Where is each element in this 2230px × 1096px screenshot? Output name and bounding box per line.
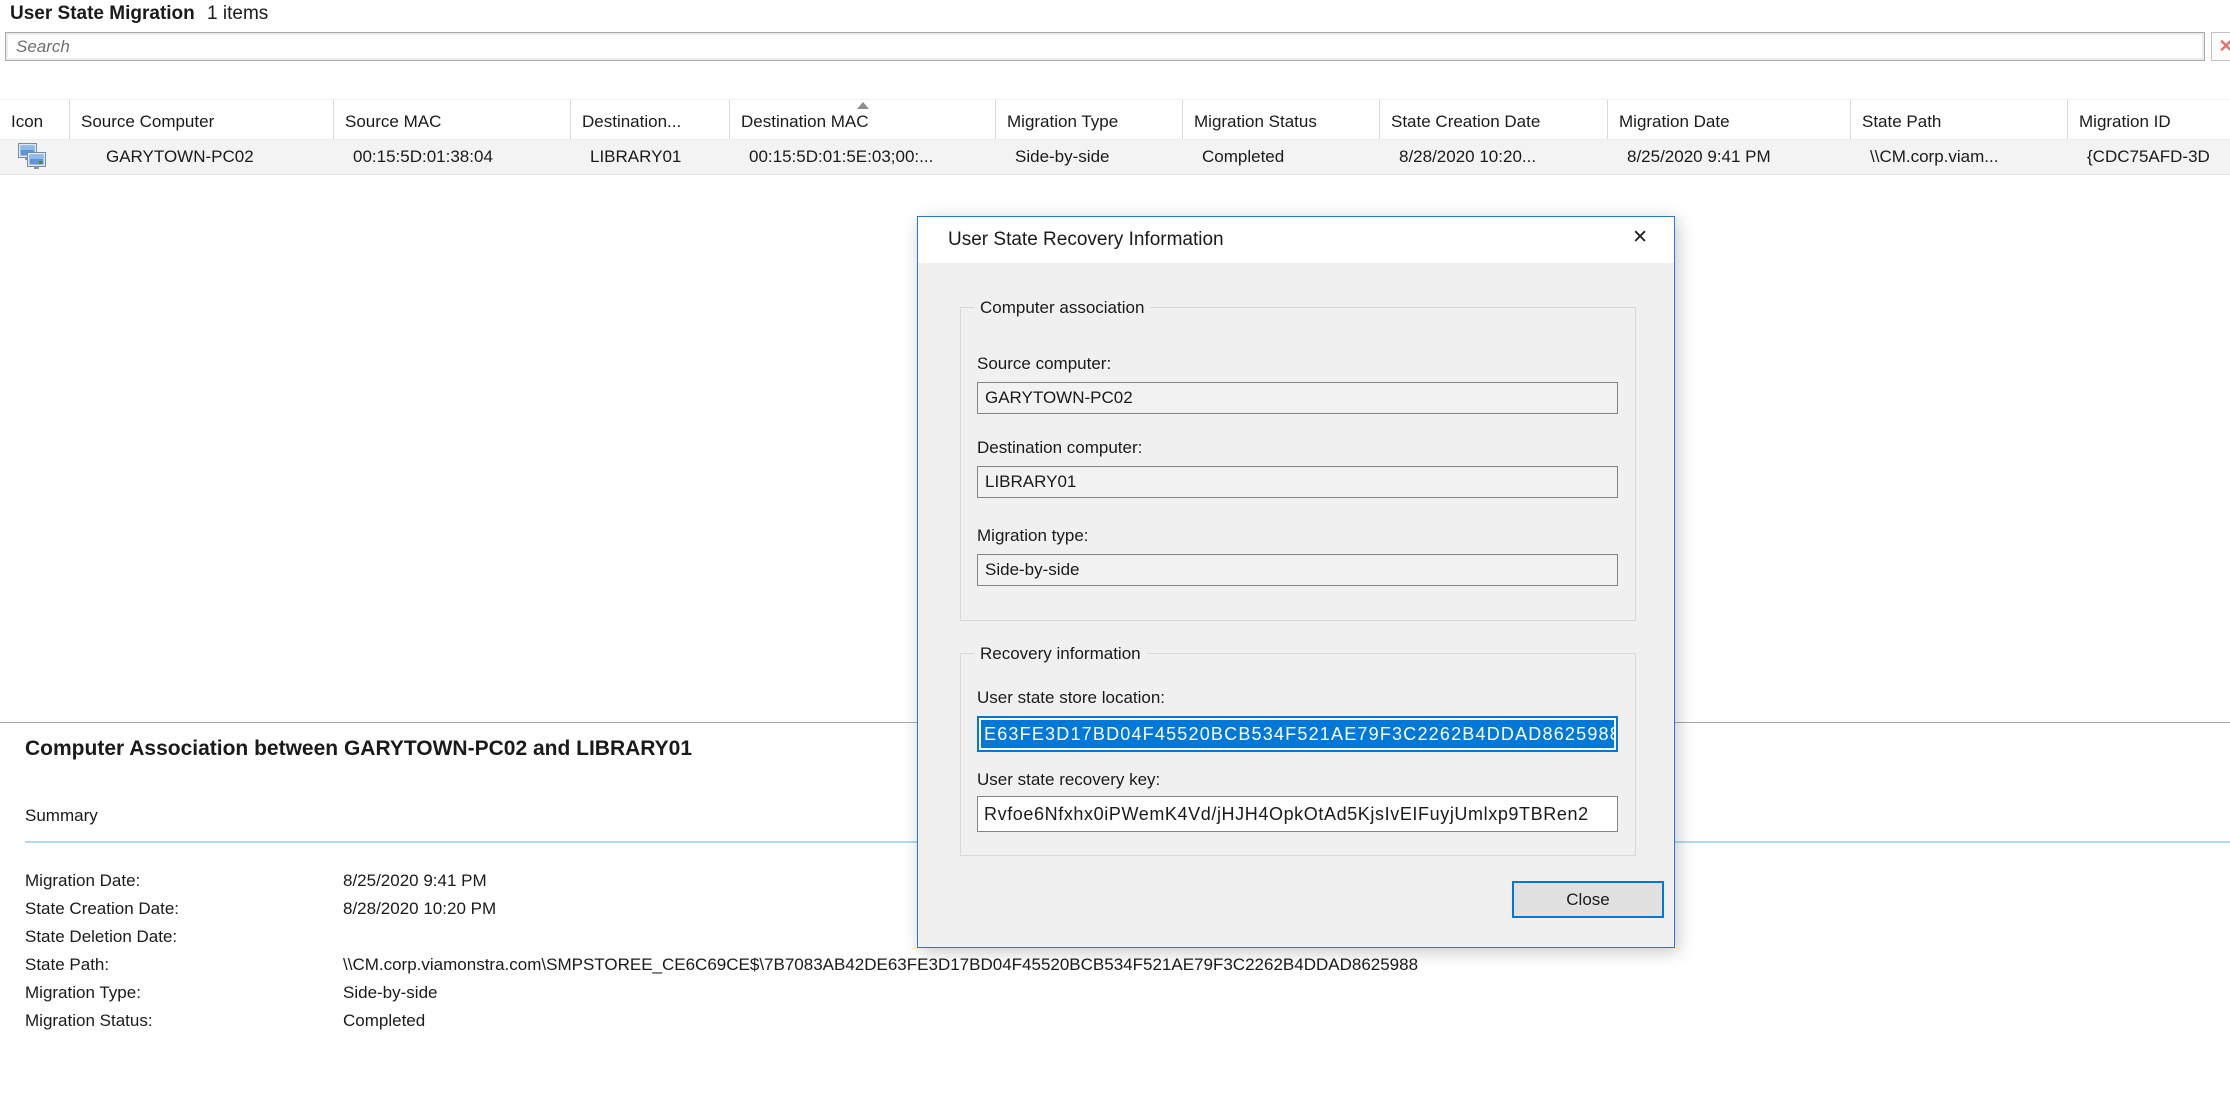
- column-header-destination[interactable]: Destination...: [571, 100, 730, 139]
- item-count: 1 items: [207, 3, 268, 24]
- source-computer-label: Source computer:: [977, 354, 1111, 374]
- cell-migration-id: {CDC75AFD-3D: [2068, 147, 2230, 167]
- column-header-state-creation-date[interactable]: State Creation Date: [1380, 100, 1608, 139]
- sort-ascending-icon: [857, 102, 869, 109]
- cell-migration-status: Completed: [1183, 147, 1380, 167]
- destination-computer-label: Destination computer:: [977, 438, 1142, 458]
- cell-state-creation-date: 8/28/2020 10:20...: [1380, 147, 1608, 167]
- summary-row-migration-status: Migration Status: Completed: [25, 1007, 1418, 1035]
- destination-computer-field[interactable]: LIBRARY01: [977, 466, 1618, 498]
- group-label: Recovery information: [974, 644, 1147, 664]
- recovery-key-label: User state recovery key:: [977, 770, 1160, 790]
- migration-type-field[interactable]: Side-by-side: [977, 554, 1618, 586]
- table-row[interactable]: GARYTOWN-PC02 00:15:5D:01:38:04 LIBRARY0…: [0, 140, 2230, 175]
- cell-state-path: \\CM.corp.viam...: [1851, 147, 2068, 167]
- column-header-source-mac[interactable]: Source MAC: [334, 100, 571, 139]
- store-location-label: User state store location:: [977, 688, 1165, 708]
- group-label: Computer association: [974, 298, 1150, 318]
- close-button[interactable]: Close: [1512, 881, 1664, 918]
- column-header-migration-status[interactable]: Migration Status: [1183, 100, 1380, 139]
- summary-row-migration-type: Migration Type: Side-by-side: [25, 979, 1418, 1007]
- details-heading: Computer Association between GARYTOWN-PC…: [25, 737, 692, 761]
- user-state-recovery-dialog: User State Recovery Information ✕ Comput…: [917, 216, 1675, 948]
- red-x-icon: ✕: [2218, 36, 2230, 57]
- search-bar[interactable]: [5, 32, 2205, 61]
- cell-destination-mac: 00:15:5D:01:5E:03;00:...: [730, 147, 996, 167]
- column-header-icon[interactable]: Icon: [0, 100, 70, 139]
- page-title-text: User State Migration: [10, 3, 195, 24]
- search-close-button[interactable]: ✕: [2211, 32, 2230, 61]
- column-header-destination-mac[interactable]: Destination MAC: [730, 100, 996, 139]
- list-header-row: Icon Source Computer Source MAC Destinat…: [0, 99, 2230, 140]
- column-header-migration-id[interactable]: Migration ID: [2068, 100, 2230, 139]
- cell-source-computer: GARYTOWN-PC02: [70, 147, 334, 167]
- source-computer-field[interactable]: GARYTOWN-PC02: [977, 382, 1618, 414]
- page-title: User State Migration 1 items: [10, 3, 268, 25]
- cell-source-mac: 00:15:5D:01:38:04: [334, 147, 571, 167]
- recovery-key-field[interactable]: Rvfoe6Nfxhx0iPWemK4Vd/jHJH4OpkOtAd5KjsIv…: [977, 796, 1618, 832]
- column-header-state-path[interactable]: State Path: [1851, 100, 2068, 139]
- cell-destination: LIBRARY01: [571, 147, 730, 167]
- close-icon[interactable]: ✕: [1632, 228, 1648, 247]
- store-location-selected-text: E63FE3D17BD04F45520BCB534F521AE79F3C2262…: [981, 720, 1614, 748]
- column-header-migration-type[interactable]: Migration Type: [996, 100, 1183, 139]
- cell-migration-date: 8/25/2020 9:41 PM: [1608, 147, 1851, 167]
- summary-section-title: Summary: [25, 806, 98, 826]
- dialog-titlebar: User State Recovery Information ✕: [918, 217, 1674, 263]
- row-icon-cell: [0, 142, 70, 172]
- cell-migration-type: Side-by-side: [996, 147, 1183, 167]
- user-state-migration-list: Icon Source Computer Source MAC Destinat…: [0, 99, 2230, 175]
- computer-association-icon: [15, 142, 51, 172]
- search-input[interactable]: [6, 33, 2204, 60]
- computer-association-group: Computer association Source computer: GA…: [960, 307, 1636, 621]
- store-location-field[interactable]: E63FE3D17BD04F45520BCB534F521AE79F3C2262…: [977, 716, 1618, 752]
- migration-type-label: Migration type:: [977, 526, 1089, 546]
- column-header-migration-date[interactable]: Migration Date: [1608, 100, 1851, 139]
- summary-row-state-path: State Path: \\CM.corp.viamonstra.com\SMP…: [25, 951, 1418, 979]
- dialog-title: User State Recovery Information: [948, 229, 1224, 251]
- column-header-source-computer[interactable]: Source Computer: [70, 100, 334, 139]
- recovery-information-group: Recovery information User state store lo…: [960, 653, 1636, 856]
